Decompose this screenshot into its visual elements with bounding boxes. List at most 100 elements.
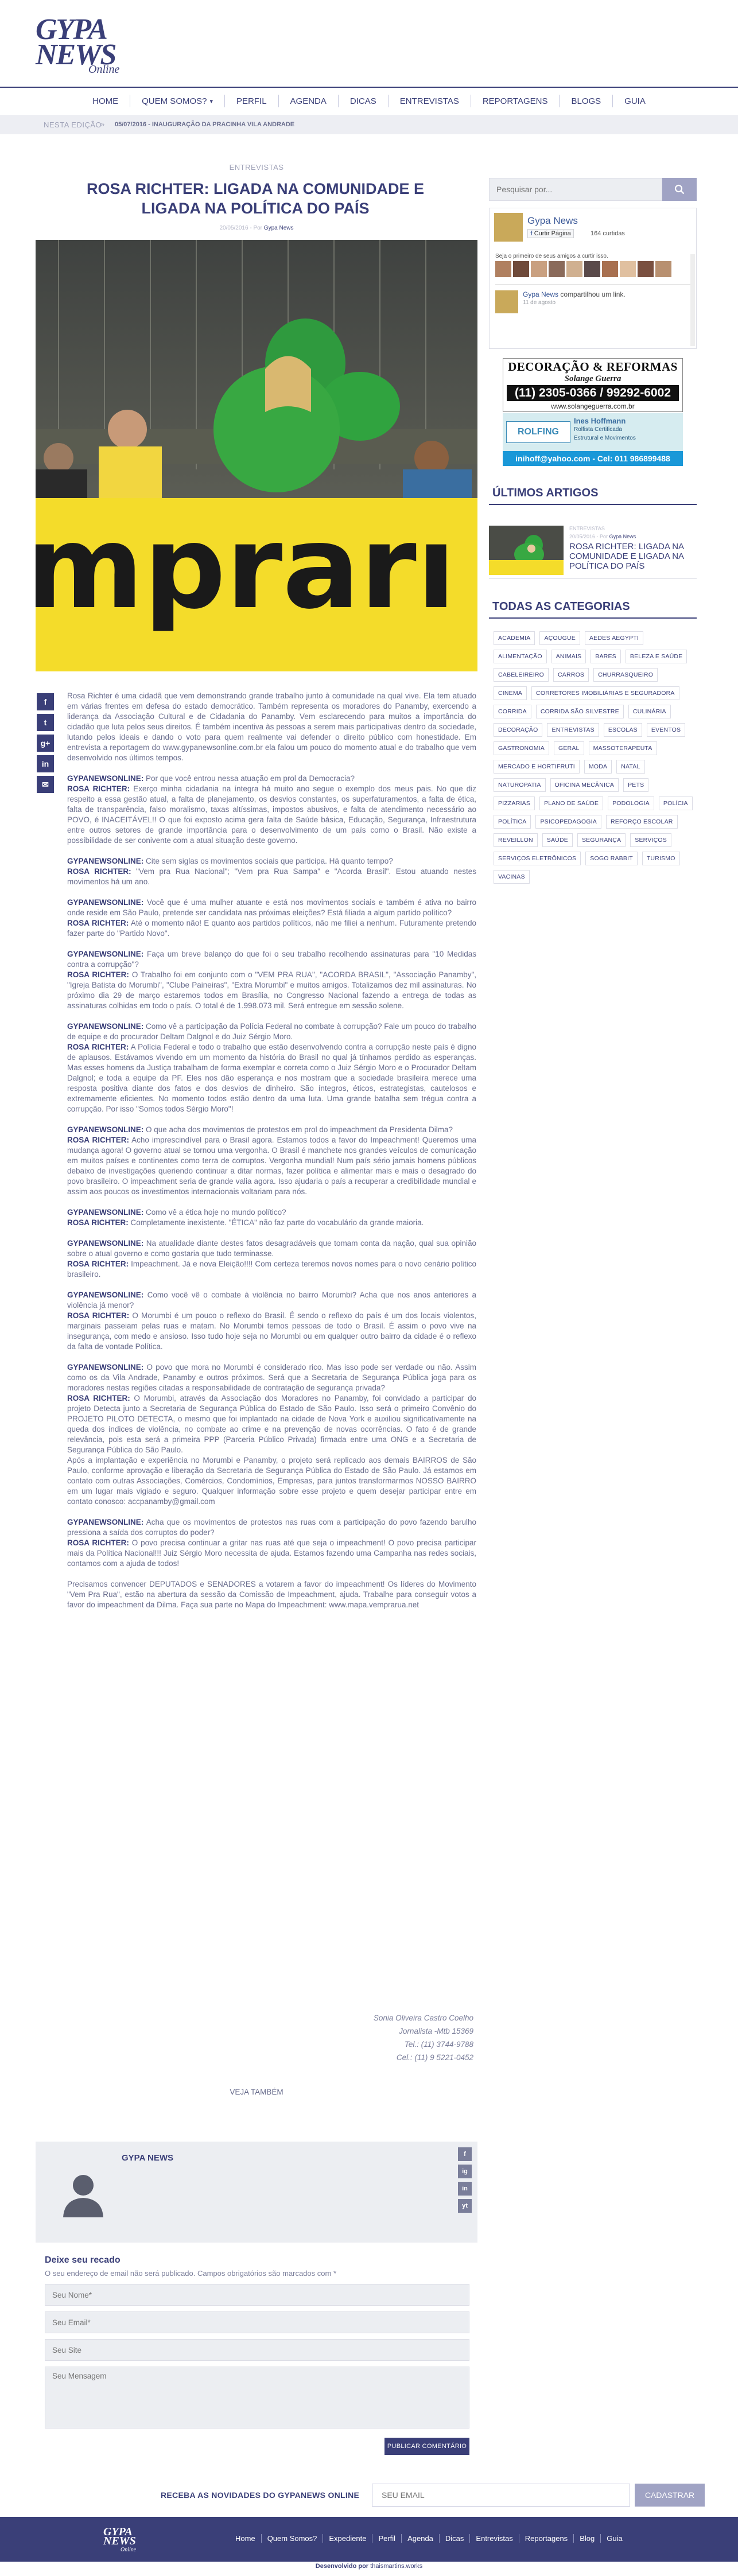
share-google-icon[interactable]: g+ [37,735,54,752]
category-tag[interactable]: SAÚDE [542,833,573,847]
share-linkedin-icon[interactable]: in [37,755,54,772]
category-tag[interactable]: CARROS [553,668,589,682]
search-input[interactable] [489,178,662,201]
category-tag[interactable]: CORRIDA SÃO SILVESTRE [535,705,624,718]
nav-blogs[interactable]: BLOGS [559,95,612,107]
latest-article-item[interactable]: ENTREVISTAS 20/05/2016 - Por Gypa News R… [489,520,697,577]
footer-link-dicas[interactable]: Dicas [438,2534,470,2543]
nav-dicas[interactable]: DICAS [337,95,388,107]
share-facebook-icon[interactable]: f [37,693,54,710]
latest-article-title[interactable]: ROSA RICHTER: LIGADA NA COMUNIDADE E LIG… [569,542,696,571]
nav-home[interactable]: HOME [81,95,130,107]
category-tag[interactable]: OFICINA MECÂNICA [550,778,619,792]
footer-link-quem-somos[interactable]: Quem Somos? [261,2534,323,2543]
latest-article-author[interactable]: Gypa News [609,534,636,539]
category-tag[interactable]: DECORAÇÃO [494,723,543,737]
category-tag[interactable]: EVENTOS [646,723,686,737]
category-tag[interactable]: AÇOUGUE [539,631,580,645]
fb-face[interactable] [495,261,511,277]
category-tag[interactable]: REVEILLON [494,833,538,847]
fb-page-name[interactable]: Gypa News [527,215,578,227]
category-tag[interactable]: PETS [623,778,649,792]
footer-link-entrevistas[interactable]: Entrevistas [469,2534,518,2543]
footer-link-perfil[interactable]: Perfil [372,2534,401,2543]
fb-post-avatar[interactable] [495,290,518,313]
category-tag[interactable]: MERCADO E HORTIFRUTI [494,760,580,774]
fb-face[interactable] [513,261,529,277]
category-tag[interactable]: PLANO DE SAÚDE [539,796,604,810]
category-tag[interactable]: CULINÁRIA [628,705,671,718]
category-tag[interactable]: CORRETORES IMOBILIÁRIAS E SEGURADORA [531,686,679,700]
category-tag[interactable]: ANIMAIS [551,650,586,663]
category-tag[interactable]: POLÍCIA [658,796,693,810]
fb-page-thumb[interactable] [494,213,523,242]
credit-link[interactable]: thaismartins.works [370,2563,422,2570]
publish-comment-button[interactable]: PUBLICAR COMENTÁRIO [384,2438,469,2455]
category-tag[interactable]: GERAL [553,741,584,755]
site-logo[interactable]: GYPA NEWS Online [36,15,122,76]
category-tag[interactable]: ESCOLAS [603,723,642,737]
newsletter-email-input[interactable] [372,2484,630,2507]
footer-link-agenda[interactable]: Agenda [401,2534,439,2543]
nav-quem-somos[interactable]: QUEM SOMOS? [130,95,224,107]
fb-face[interactable] [549,261,565,277]
category-tag[interactable]: PSICOPEDAGOGIA [535,815,601,829]
fb-face[interactable] [655,261,671,277]
category-tag[interactable]: ACADEMIA [494,631,535,645]
sidebar-ad[interactable]: DECORAÇÃO & REFORMAS Solange Guerra (11)… [503,358,683,473]
category-tag[interactable]: AEDES AEGYPTI [584,631,643,645]
category-tag[interactable]: CINEMA [494,686,527,700]
article-category[interactable]: ENTREVISTAS [36,163,477,172]
fb-post-author[interactable]: Gypa News [523,290,558,298]
search-button[interactable] [662,178,697,201]
fb-like-button[interactable]: f Curtir Página [527,229,574,238]
nav-entrevistas[interactable]: ENTREVISTAS [387,95,471,107]
fb-face[interactable] [584,261,600,277]
nav-perfil[interactable]: PERFIL [224,95,278,107]
footer-link-home[interactable]: Home [230,2534,261,2543]
footer-link-reportagens[interactable]: Reportagens [518,2534,573,2543]
fb-face[interactable] [620,261,636,277]
category-tag[interactable]: BELEZA E SAÚDE [625,650,687,663]
comment-site-field[interactable] [45,2339,469,2361]
latest-article-category[interactable]: ENTREVISTAS [569,526,605,531]
category-tag[interactable]: MODA [584,760,612,774]
latest-article-thumb[interactable] [489,526,564,575]
category-tag[interactable]: ALIMENTAÇÃO [494,650,547,663]
nav-reportagens[interactable]: REPORTAGENS [470,95,560,107]
footer-link-blog[interactable]: Blog [573,2534,600,2543]
category-tag[interactable]: TURISMO [642,852,680,865]
footer-link-expediente[interactable]: Expediente [323,2534,372,2543]
category-tag[interactable]: CORRIDA [494,705,531,718]
fb-face[interactable] [531,261,547,277]
category-tag[interactable]: REFORÇO ESCOLAR [605,815,678,829]
fb-face[interactable] [566,261,582,277]
category-tag[interactable]: SOGO RABBIT [585,852,638,865]
nav-agenda[interactable]: AGENDA [278,95,338,107]
category-tag[interactable]: BARES [591,650,621,663]
author-facebook-icon[interactable]: f [458,2147,472,2161]
category-tag[interactable]: PODOLOGIA [608,796,654,810]
category-tag[interactable]: CABELEIREIRO [494,668,549,682]
category-tag[interactable]: CHURRASQUEIRO [593,668,658,682]
author-linkedin-icon[interactable]: in [458,2182,472,2196]
fb-face[interactable] [638,261,654,277]
comment-name-field[interactable] [45,2284,469,2306]
category-tag[interactable]: SEGURANÇA [577,833,626,847]
category-tag[interactable]: SERVIÇOS ELETRÔNICOS [494,852,581,865]
share-email-icon[interactable]: ✉ [37,776,54,793]
category-tag[interactable]: POLÍTICA [494,815,531,829]
category-tag[interactable]: PIZZARIAS [494,796,535,810]
comment-email-field[interactable] [45,2311,469,2333]
category-tag[interactable]: NATAL [616,760,645,774]
fb-face[interactable] [602,261,618,277]
comment-message-field[interactable] [45,2367,469,2429]
footer-link-guia[interactable]: Guia [600,2534,628,2543]
ticker-news-link[interactable]: 05/07/2016 - INAUGURAÇÃO DA PRACINHA VIL… [115,121,294,128]
category-tag[interactable]: VACINAS [494,870,530,884]
author-name[interactable]: GYPA NEWS [122,2153,173,2163]
category-tag[interactable]: SERVIÇOS [630,833,671,847]
author-youtube-icon[interactable]: yt [458,2199,472,2213]
category-tag[interactable]: GASTRONOMIA [494,741,549,755]
newsletter-subscribe-button[interactable]: CADASTRAR [635,2484,705,2507]
